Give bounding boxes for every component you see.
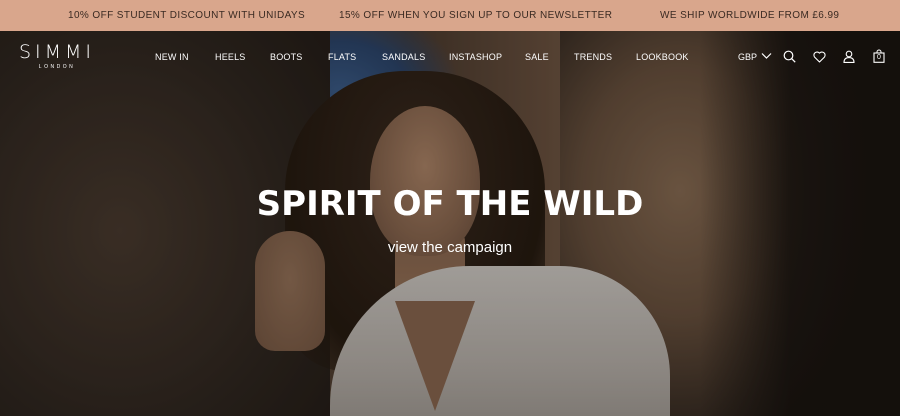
view-campaign-link[interactable]: view the campaign (350, 238, 550, 258)
nav-sandals[interactable]: SANDALS (382, 52, 425, 62)
nav-heels[interactable]: HEELS (215, 52, 246, 62)
bag-icon[interactable]: 0 (873, 49, 885, 63)
promo-shipping[interactable]: WE SHIP WORLDWIDE FROM £6.99 (660, 0, 839, 31)
hero-title: SPIRIT OF THE WILD (256, 184, 644, 224)
nav-instashop[interactable]: INSTASHOP (449, 52, 502, 62)
nav-boots[interactable]: BOOTS (270, 52, 303, 62)
user-icon[interactable] (843, 50, 855, 63)
nav-new-in[interactable]: NEW IN (155, 52, 189, 62)
promo-newsletter[interactable]: 15% OFF WHEN YOU SIGN UP TO OUR NEWSLETT… (339, 0, 612, 31)
search-icon[interactable] (783, 50, 796, 63)
logo-location: LONDON (38, 64, 76, 70)
brand-logo[interactable]: SIMMI LONDON (12, 42, 102, 71)
currency-selector[interactable]: GBP (738, 52, 757, 62)
nav-sale[interactable]: SALE (525, 52, 549, 62)
promo-unidays[interactable]: 10% OFF STUDENT DISCOUNT WITH UNIDAYS (68, 0, 305, 31)
chevron-down-icon[interactable] (761, 52, 772, 60)
promo-bar: 10% OFF STUDENT DISCOUNT WITH UNIDAYS 15… (0, 0, 900, 31)
nav-trends[interactable]: TRENDS (574, 52, 612, 62)
main-navigation: SIMMI LONDON NEW IN HEELS BOOTS FLATS SA… (0, 31, 900, 83)
nav-lookbook[interactable]: LOOKBOOK (636, 52, 689, 62)
nav-flats[interactable]: FLATS (328, 52, 356, 62)
heart-icon[interactable] (813, 51, 826, 63)
logo-wordmark: SIMMI (18, 41, 96, 63)
bag-count: 0 (877, 54, 881, 61)
